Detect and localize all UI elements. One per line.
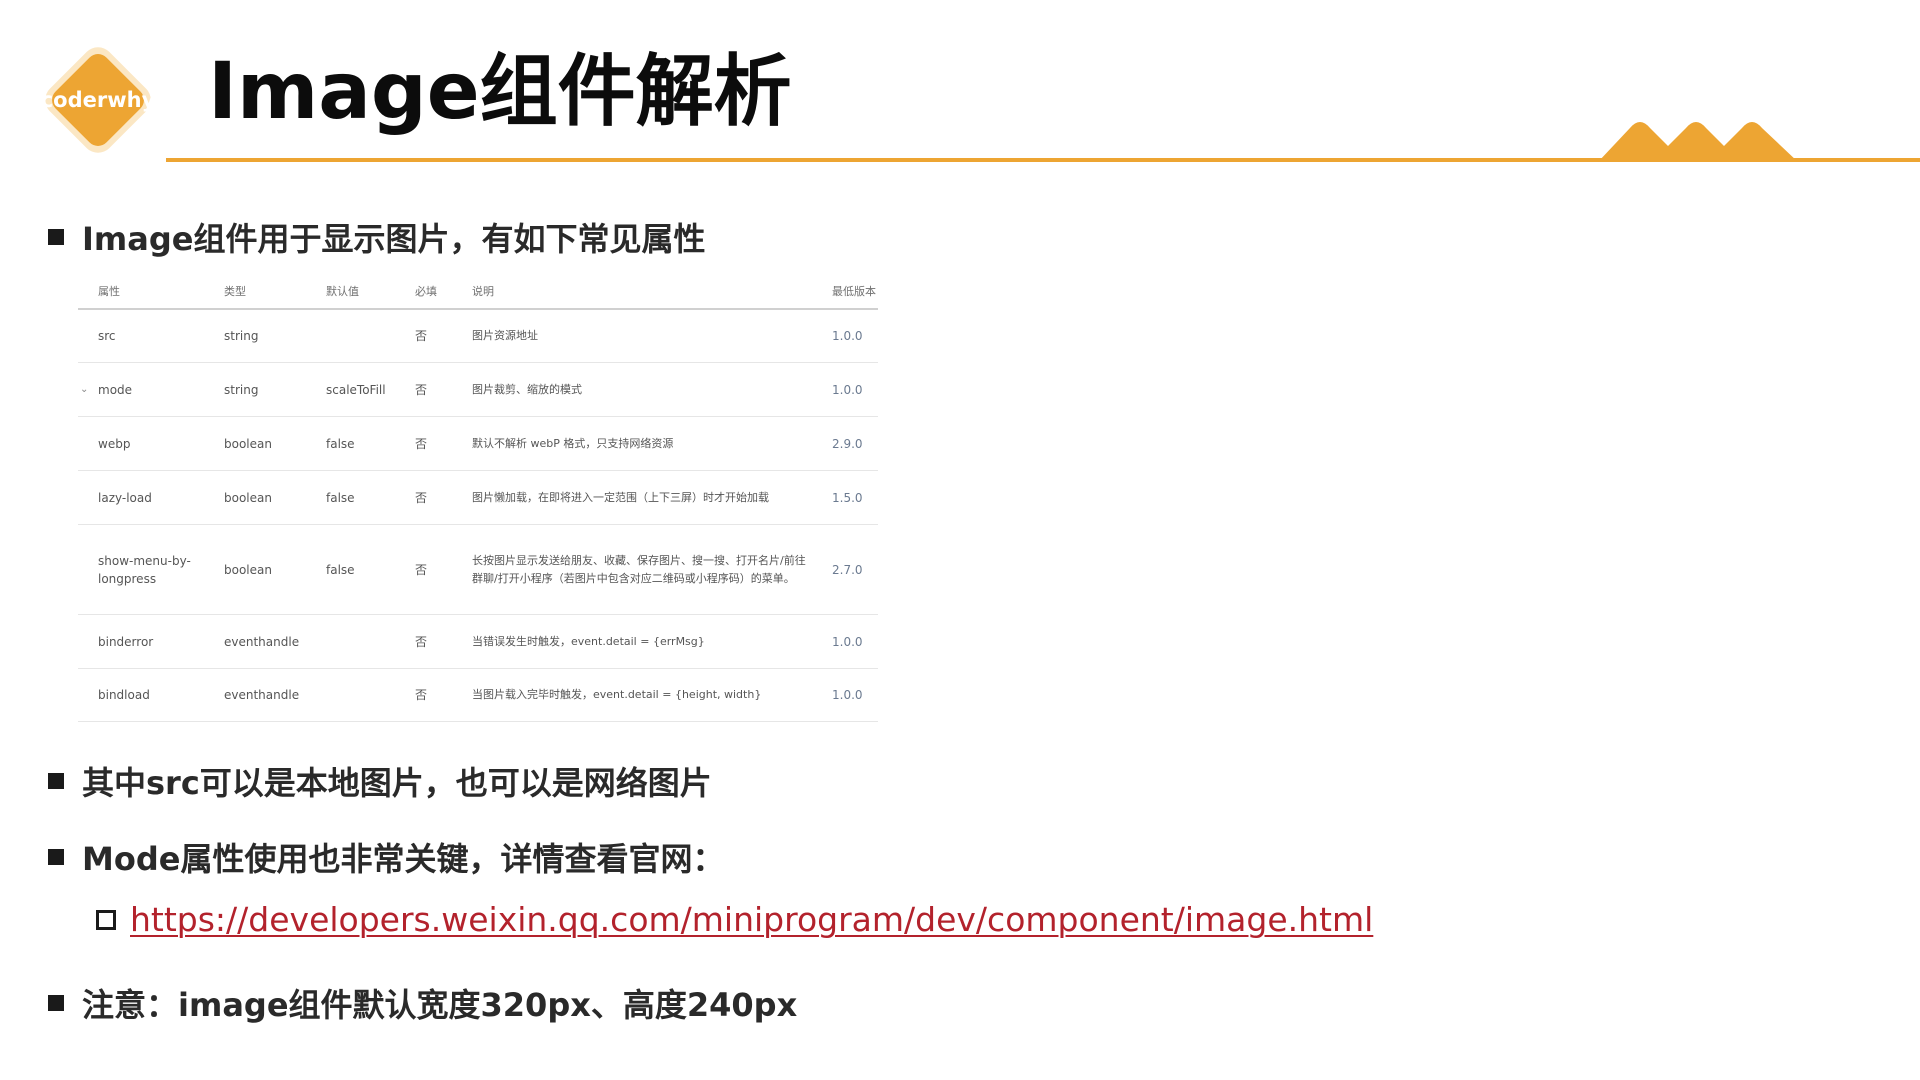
cell-default: [326, 615, 406, 668]
cell-attr: binderror: [98, 634, 154, 649]
table-header-row: 属性 类型 默认值 必填 说明 最低版本: [78, 276, 878, 310]
cell-version: 2.7.0: [832, 562, 863, 577]
cell-default: false: [326, 562, 355, 577]
bullet-src: 其中src可以是本地图片，也可以是网络图片: [48, 758, 712, 804]
cell-default: false: [326, 490, 355, 505]
bullet-mode-text: Mode属性使用也非常关键，详情查看官网：: [82, 840, 725, 878]
cell-type: boolean: [224, 490, 272, 505]
cell-desc: 长按图片显示发送给朋友、收藏、保存图片、搜一搜、打开名片/前往群聊/打开小程序（…: [472, 553, 806, 585]
table-row: lazy-load boolean false 否 图片懒加载，在即将进入一定范…: [78, 471, 878, 525]
cell-version: 1.0.0: [832, 382, 863, 397]
mountains-icon: [1598, 122, 1798, 162]
bullet-intro-text: Image组件用于显示图片，有如下常见属性: [82, 220, 706, 258]
cell-desc: 图片资源地址: [472, 329, 538, 342]
table-row: show-menu-by-longpress boolean false 否 长…: [78, 525, 878, 615]
cell-version: 1.0.0: [832, 329, 863, 343]
table-row: binderror eventhandle 否 当错误发生时触发，event.d…: [78, 615, 878, 669]
cell-version: 2.9.0: [832, 436, 863, 451]
header-version: 最低版本: [832, 285, 876, 298]
logo-text: coderwhy: [40, 88, 156, 112]
cell-type: eventhandle: [224, 634, 300, 649]
header-attr: 属性: [98, 285, 120, 298]
bullet-square-icon: [48, 229, 64, 245]
table-row: bindload eventhandle 否 当图片载入完毕时触发，event.…: [78, 669, 878, 722]
cell-required: 否: [415, 382, 428, 397]
cell-version: 1.0.0: [832, 634, 863, 649]
header-required: 必填: [415, 285, 437, 298]
cell-required: 否: [415, 436, 428, 451]
cell-desc: 默认不解析 webP 格式，只支持网络资源: [472, 436, 674, 450]
cell-type: string: [224, 382, 259, 397]
cell-version: 1.5.0: [832, 490, 863, 505]
cell-required: 否: [415, 490, 428, 505]
cell-attr: lazy-load: [98, 490, 152, 505]
header-desc: 说明: [472, 285, 494, 298]
cell-required: 否: [415, 634, 428, 649]
cell-desc: 图片懒加载，在即将进入一定范围（上下三屏）时才开始加载: [472, 490, 769, 504]
bullet-src-text: 其中src可以是本地图片，也可以是网络图片: [82, 764, 712, 802]
cell-attr: webp: [98, 436, 131, 451]
cell-attr: show-menu-by-longpress: [98, 553, 191, 586]
cell-desc: 当图片载入完毕时触发，event.detail = {height, width…: [472, 688, 762, 701]
header-default: 默认值: [326, 285, 359, 298]
cell-version: 1.0.0: [832, 688, 863, 702]
bullet-note-text: 注意：image组件默认宽度320px、高度240px: [82, 986, 798, 1024]
cell-desc: 图片裁剪、缩放的模式: [472, 382, 582, 396]
cell-type: string: [224, 329, 259, 343]
cell-default: scaleToFill: [326, 382, 386, 397]
bullet-intro: Image组件用于显示图片，有如下常见属性: [48, 214, 705, 260]
cell-default: [326, 310, 406, 362]
cell-attr: bindload: [98, 688, 150, 702]
bullet-square-icon: [48, 849, 64, 865]
cell-type: boolean: [224, 436, 272, 451]
table-row[interactable]: ⌄ mode string scaleToFill 否 图片裁剪、缩放的模式 1…: [78, 363, 878, 417]
bullet-square-icon: [48, 995, 64, 1011]
bullet-mode: Mode属性使用也非常关键，详情查看官网：: [48, 834, 724, 880]
table-row: src string 否 图片资源地址 1.0.0: [78, 310, 878, 363]
attributes-table: 属性 类型 默认值 必填 说明 最低版本 src string 否 图片资源地址…: [78, 276, 878, 722]
cell-required: 否: [415, 329, 428, 343]
cell-type: eventhandle: [224, 688, 300, 702]
cell-attr: mode: [98, 382, 133, 397]
cell-default: false: [326, 436, 355, 451]
page-title: Image组件解析: [208, 47, 792, 137]
cell-required: 否: [415, 562, 428, 577]
cell-default: [326, 669, 406, 721]
bullet-square-icon: [48, 773, 64, 789]
sub-bullet-link: https://developers.weixin.qq.com/minipro…: [96, 900, 1373, 939]
cell-desc: 当错误发生时触发，event.detail = {errMsg}: [472, 634, 705, 648]
table-row: webp boolean false 否 默认不解析 webP 格式，只支持网络…: [78, 417, 878, 471]
coderwhy-logo: coderwhy: [34, 36, 162, 164]
bullet-note: 注意：image组件默认宽度320px、高度240px: [48, 980, 797, 1026]
cell-required: 否: [415, 688, 428, 702]
cell-type: boolean: [224, 562, 272, 577]
header-type: 类型: [224, 285, 246, 298]
hollow-square-icon: [96, 909, 116, 930]
docs-link[interactable]: https://developers.weixin.qq.com/minipro…: [130, 900, 1373, 939]
chevron-down-icon[interactable]: ⌄: [80, 363, 88, 416]
cell-attr: src: [98, 329, 116, 343]
